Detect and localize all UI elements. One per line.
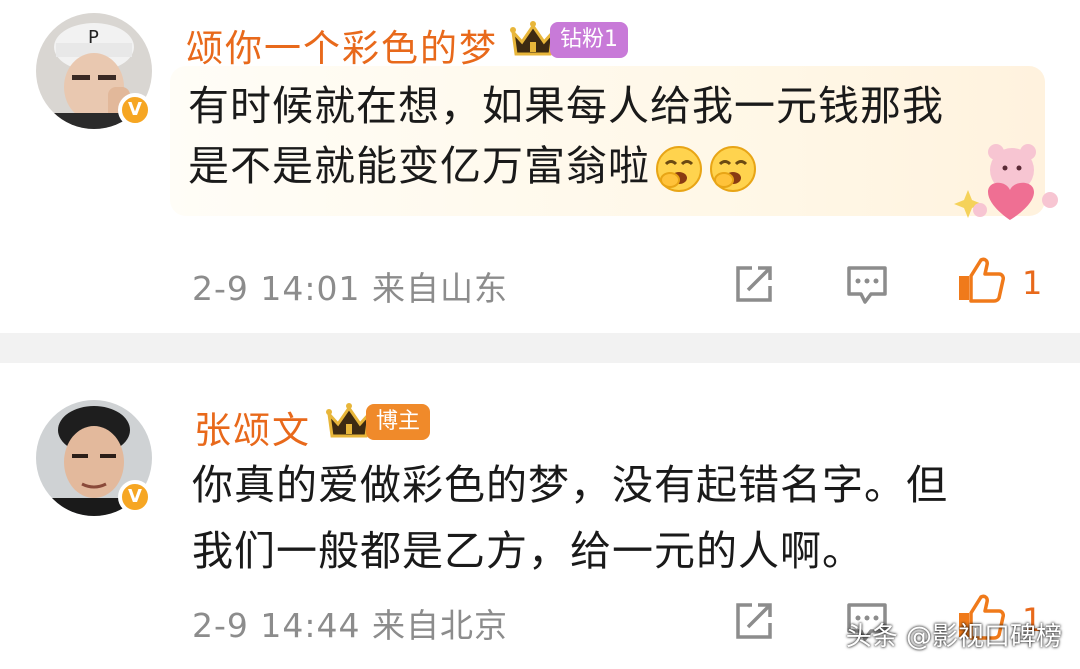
- share-icon[interactable]: [732, 599, 776, 643]
- svg-text:P: P: [88, 27, 99, 48]
- comment-1: P V 颂你一个彩色的梦 钻粉1 有时候就在想，如果每人给我一元钱那我 是不是就…: [0, 0, 1080, 333]
- timestamp: 2-9 14:01 来自山东: [192, 262, 508, 310]
- watermark: 头条 @影视口碑榜: [845, 622, 1062, 652]
- verified-badge-icon: V: [118, 93, 152, 127]
- fan-level-badge: 钻粉1: [550, 22, 628, 58]
- like-icon[interactable]: [955, 256, 1005, 304]
- timestamp: 2-9 14:44 来自北京: [192, 599, 508, 647]
- date: 2-9 14:44: [192, 606, 361, 645]
- yawn-emoji-icon: [656, 146, 702, 192]
- comment-icon[interactable]: [845, 262, 889, 306]
- comment-text-line: 有时候就在想，如果每人给我一元钱那我: [188, 82, 944, 130]
- username[interactable]: 颂你一个彩色的梦: [186, 18, 498, 72]
- comment-text-line: 我们一般都是乙方，给一元的人啊。: [192, 527, 864, 575]
- comment-text-line: 是不是就能变亿万富翁啦: [188, 136, 1028, 196]
- comment-text-line: 你真的爱做彩色的梦，没有起错名字。但: [192, 461, 948, 509]
- blogger-badge: 博主: [366, 404, 431, 440]
- comment-text: 你真的爱做彩色的梦，没有起错名字。但 我们一般都是乙方，给一元的人啊。: [192, 455, 1042, 581]
- avatar[interactable]: V: [36, 400, 152, 516]
- comment-text: 有时候就在想，如果每人给我一元钱那我 是不是就能变亿万富翁啦: [188, 76, 1028, 196]
- avatar[interactable]: P V: [36, 13, 152, 129]
- bear-heart-sticker-icon: [954, 144, 1058, 220]
- verified-badge-icon: V: [118, 480, 152, 514]
- separator: [0, 333, 1080, 363]
- like-count: 1: [1022, 264, 1043, 302]
- share-icon[interactable]: [732, 262, 776, 306]
- date: 2-9 14:01: [192, 269, 361, 308]
- location: 来自山东: [372, 269, 508, 308]
- username[interactable]: 张颂文: [194, 400, 311, 454]
- yawn-emoji-icon: [710, 146, 756, 192]
- location: 来自北京: [372, 606, 508, 645]
- comment-text-line2: 是不是就能变亿万富翁啦: [188, 142, 650, 190]
